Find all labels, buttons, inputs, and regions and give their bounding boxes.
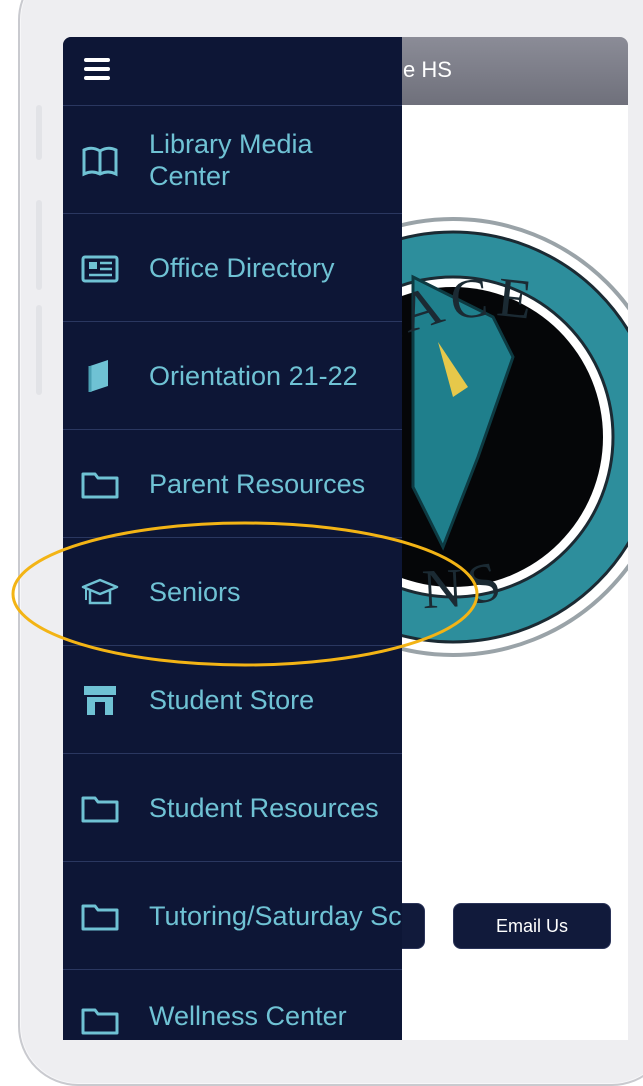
drawer-item-student-resources[interactable]: Student Resources [63, 754, 402, 862]
folder-icon [81, 1008, 119, 1035]
highlight-circle [11, 521, 479, 667]
drawer-item-office-directory[interactable]: Office Directory [63, 214, 402, 322]
folder-icon [81, 796, 119, 822]
drawer-item-label: Office Directory [149, 252, 335, 283]
drawer-item-label: Student Resources [149, 792, 379, 823]
phone-volume-down [36, 305, 42, 395]
drawer-header [63, 37, 402, 106]
book-icon [88, 359, 108, 392]
drawer-item-label: Tutoring/Saturday School [149, 900, 402, 931]
phone-side-button [36, 105, 42, 160]
email-us-button[interactable]: Email Us [453, 903, 611, 949]
app-title: e HS [403, 57, 452, 82]
hamburger-menu-icon[interactable] [84, 58, 110, 80]
drawer-item-label: Library Media Center [149, 128, 313, 191]
drawer-item-label: Orientation 21-22 [149, 360, 358, 391]
drawer-item-library-media-center[interactable]: Library Media Center [63, 106, 402, 214]
folder-icon [81, 904, 119, 930]
drawer-item-label: Parent Resources [149, 468, 366, 499]
drawer-item-tutoring[interactable]: Tutoring/Saturday School [63, 862, 402, 970]
book-open-icon [82, 146, 118, 176]
drawer-item-wellness-center[interactable]: Wellness Center [63, 970, 402, 1040]
drawer-item-label: Student Store [149, 684, 315, 715]
newspaper-icon [81, 255, 119, 282]
drawer-item-label: Wellness Center [149, 1001, 347, 1031]
drawer-item-orientation[interactable]: Orientation 21-22 [63, 322, 402, 430]
store-icon [84, 685, 116, 715]
phone-volume-up [36, 200, 42, 290]
folder-icon [81, 472, 119, 498]
